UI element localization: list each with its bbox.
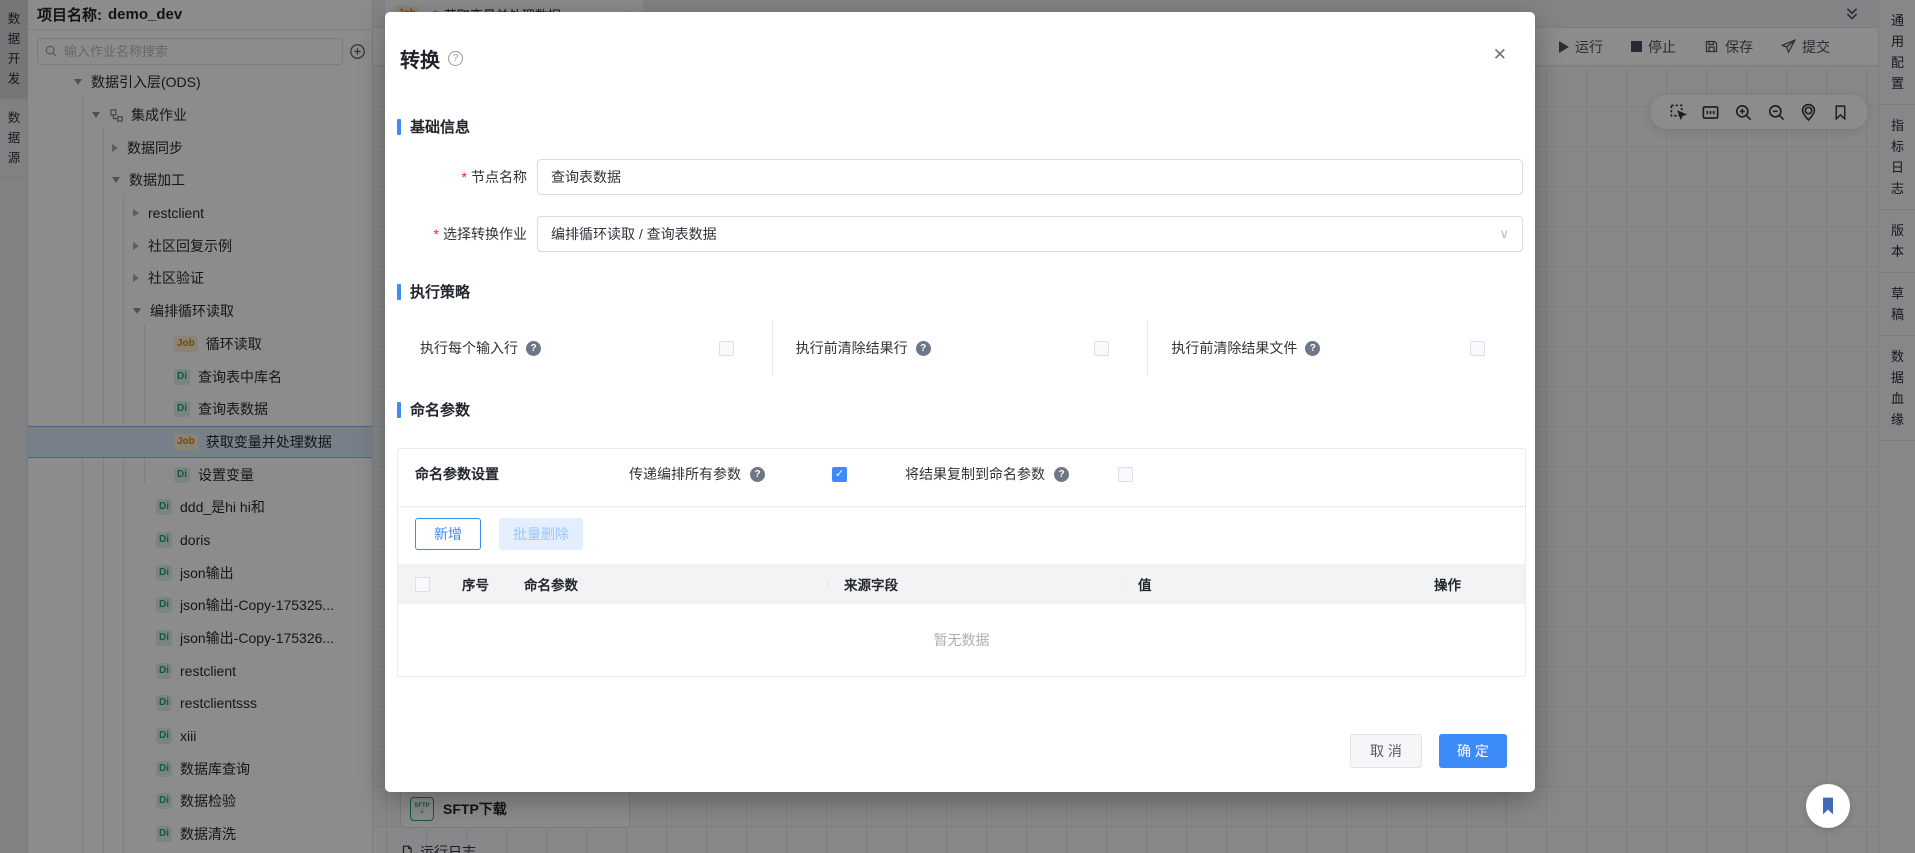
col-source-field: 来源字段 [828,574,1122,594]
transform-dialog: 转换 ? ✕ 基础信息 *节点名称 *选择转换作业 编排循环读取 / 查询表数据… [385,12,1535,792]
help-icon[interactable]: ? [915,340,931,356]
required-asterisk: * [433,226,439,242]
section-basic-info: 基础信息 [397,116,470,137]
option-exec-each-row: 执行每个输入行 ? [397,320,772,376]
help-icon[interactable]: ? [526,340,541,356]
help-icon[interactable]: ? [1305,340,1321,356]
col-index: 序号 [462,578,489,593]
required-asterisk: * [461,169,467,185]
add-param-button[interactable]: 新增 [415,518,481,550]
option-pass-all-params: 传递编排所有参数 ? [629,464,847,484]
transform-job-select[interactable]: 编排循环读取 / 查询表数据 ∨ [537,216,1523,252]
node-name-row: * 节点名称 [385,159,1523,195]
select-all-checkbox[interactable] [414,576,430,592]
dialog-title: 转换 ? [400,44,463,73]
node-name-input[interactable] [537,159,1523,195]
node-name-label: 节点名称 [471,169,527,185]
col-actions: 操作 [1434,578,1461,593]
app-root: 数据开发 数据源 项目名称: demo_dev 数据引入层(ODS) 集成作业 … [0,0,1915,853]
clear-result-rows-checkbox[interactable] [1094,340,1110,356]
transform-job-label: 选择转换作业 [443,226,527,242]
section-exec-strategy: 执行策略 [397,281,470,302]
empty-table-placeholder: 暂无数据 [933,632,990,648]
confirm-button[interactable]: 确 定 [1439,734,1507,768]
col-param-name: 命名参数 [524,578,578,593]
exec-each-row-checkbox[interactable] [718,340,734,356]
bookmark-icon [1823,797,1833,815]
option-clear-result-rows: 执行前清除结果行 ? [771,320,1148,376]
close-icon[interactable]: ✕ [1493,46,1507,63]
section-named-params: 命名参数 [397,399,470,420]
copy-result-params-checkbox[interactable] [1118,466,1133,482]
bookmark-fab[interactable] [1806,784,1850,828]
chevron-down-icon: ∨ [1499,226,1509,241]
batch-delete-button[interactable]: 批量删除 [499,518,583,550]
clear-result-files-checkbox[interactable] [1470,340,1486,356]
select-value: 编排循环读取 / 查询表数据 [551,226,717,242]
help-icon[interactable]: ? [448,51,463,66]
cancel-button[interactable]: 取 消 [1350,734,1422,768]
dotted-divider [398,506,1525,507]
transform-job-row: * 选择转换作业 编排循环读取 / 查询表数据 ∨ [385,216,1523,252]
help-icon[interactable]: ? [1054,466,1069,482]
strategy-options: 执行每个输入行 ? 执行前清除结果行 ? 执行前清除结果文件 ? [397,320,1523,376]
params-table-header: 序号 命名参数 来源字段 值 操作 [398,564,1525,604]
pass-all-params-checkbox[interactable] [832,466,847,482]
col-value: 值 [1122,574,1418,594]
option-copy-result-params: 将结果复制到命名参数 ? [905,464,1133,484]
option-clear-result-files: 执行前清除结果文件 ? [1147,320,1523,376]
named-params-box: 命名参数设置 传递编排所有参数 ? 将结果复制到命名参数 ? 新增 批量删除 [397,448,1526,677]
help-icon[interactable]: ? [750,466,765,482]
param-settings-title: 命名参数设置 [415,466,499,482]
